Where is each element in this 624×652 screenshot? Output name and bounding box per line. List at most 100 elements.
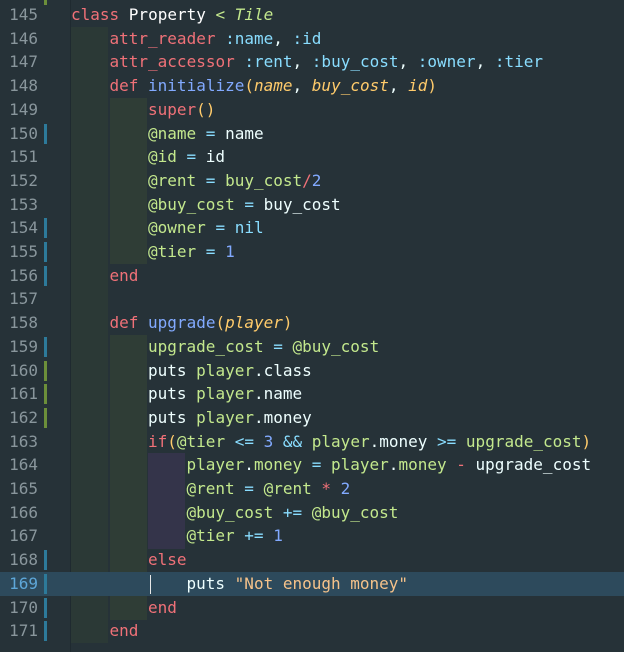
code-line[interactable]: 167 @tier += 1 [0,524,624,548]
code-token: :id [292,28,322,48]
code-line[interactable]: 161 puts player.name [0,382,624,406]
code-token: money [398,455,457,475]
code-line[interactable]: 162 puts player.money [0,406,624,430]
code-line[interactable]: 152 @rent = buy_cost/2 [0,169,624,193]
code-token: player [196,384,254,404]
code-token: <= [234,431,264,451]
code-line[interactable]: 169 puts "Not enough money" [0,571,624,596]
git-modified-marker [44,242,47,262]
line-code: @buy_cost += @buy_cost [187,501,399,525]
git-added-marker [44,407,47,428]
code-token: upgrade_cost [465,431,582,451]
code-token: buy_cost [225,170,303,190]
code-token: money [253,455,312,475]
code-line[interactable]: 170 end [0,596,624,620]
code-token: Property [128,5,216,24]
code-line[interactable]: 145 class Property < Tile [0,3,624,27]
code-token: 2 [340,479,351,498]
code-line[interactable]: 155 @tier = 1 [0,240,624,264]
line-code: @name = name [148,122,264,146]
code-token: . [388,455,399,475]
code-token: initialize [148,76,245,96]
line-number: 170 [9,597,38,617]
code-token: < Tile [215,5,274,24]
code-token: = [311,455,331,475]
code-token: upgrade_cost [148,336,274,356]
code-token: . [253,407,264,427]
line-code: @buy_cost = buy_cost [148,193,341,217]
code-token: money [379,431,438,451]
code-token: puts [186,573,235,593]
code-token: attr_accessor [109,52,245,72]
line-code: class Property < Tile [71,3,273,27]
line-code: @rent = buy_cost/2 [148,169,321,193]
code-line[interactable]: 168 else [0,548,624,572]
code-token: ) [581,431,592,451]
line-number: 146 [9,28,38,48]
code-line[interactable]: 156 end [0,264,624,288]
code-line[interactable]: 171 end [0,619,624,643]
line-number: 153 [9,194,38,214]
line-code: puts player.class [148,359,312,383]
code-token: ) [282,313,293,333]
code-line[interactable]: 166 @buy_cost += @buy_cost [0,501,624,525]
code-token: 1 [225,242,235,261]
line-code: def upgrade(player) [110,311,293,335]
line-number: 148 [9,76,38,96]
line-number: 149 [9,99,38,119]
code-token: puts [148,384,197,404]
code-token: @rent [148,170,206,190]
code-line[interactable]: 153 @buy_cost = buy_cost [0,193,624,217]
code-token: += [282,502,312,522]
code-token: money [263,407,312,427]
code-token: , [475,52,495,72]
code-line[interactable]: 151 @id = id [0,145,624,169]
git-modified-marker [44,597,47,618]
code-line[interactable]: 163 if(@tier <= 3 && player.money >= upgr… [0,430,624,454]
code-token: , [388,76,409,96]
code-line[interactable]: 158 def upgrade(player) [0,311,624,335]
code-token: player [196,407,254,427]
line-code: attr_reader :name, :id [110,27,322,51]
code-token: 1 [273,526,283,546]
code-editor[interactable]: 145 class Property < Tile 146 attr_reader :… [0,0,624,652]
code-line[interactable]: 154 @owner = nil [0,216,624,240]
line-number: 167 [9,526,38,546]
code-line[interactable]: 157 [0,287,624,311]
code-token: = [205,170,226,190]
code-token: def [109,76,149,96]
code-line[interactable]: 148 def initialize(name, buy_cost, id) [0,74,624,98]
code-token: "Not enough money" [234,573,409,593]
line-code: @rent = @rent * 2 [187,477,351,501]
code-token: upgrade_cost [475,455,592,475]
code-line[interactable]: 159 upgrade_cost = @buy_cost [0,335,624,359]
code-token: , [292,76,312,96]
code-token: buy_cost [311,76,389,96]
line-number: 168 [9,550,38,570]
line-number: 145 [9,5,38,24]
code-token: >= [437,431,466,451]
code-token: :name [225,28,274,48]
code-token: () [196,99,216,119]
code-line[interactable]: 165 @rent = @rent * 2 [0,477,624,501]
code-token: , [292,52,312,72]
git-modified-marker [44,336,47,357]
code-line[interactable]: 150 @name = name [0,122,624,146]
code-token: / [302,170,312,190]
code-line[interactable]: 147 attr_accessor :rent, :buy_cost, :owne… [0,50,624,74]
code-token: = [205,242,226,261]
code-line[interactable]: 146 attr_reader :name, :id [0,27,624,51]
code-line[interactable]: 149 super() [0,98,624,122]
line-code: else [148,548,187,572]
line-number: 154 [9,218,38,238]
git-added-marker [44,360,47,381]
code-token: player [186,455,245,475]
code-token: . [253,384,264,404]
code-token: attr_reader [109,28,226,48]
code-token: . [369,431,380,451]
code-line[interactable]: 164 player.money = player.money - upgrade… [0,453,624,477]
code-line[interactable]: 160 puts player.class [0,359,624,383]
line-number: 164 [9,455,38,475]
code-token: . [244,455,254,475]
code-token: upgrade [148,313,216,333]
